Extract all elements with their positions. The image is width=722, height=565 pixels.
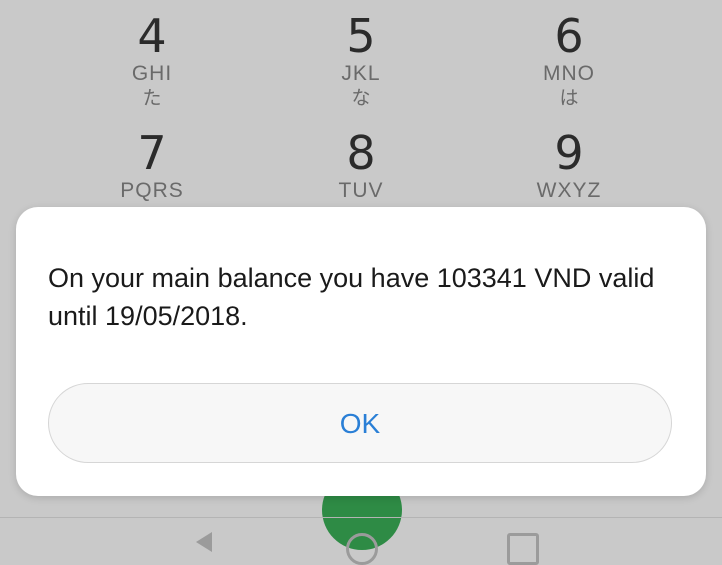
dialog-message: On your main balance you have 103341 VND… [48,263,655,331]
key-7[interactable]: 7 PQRS [52,127,252,203]
key-8[interactable]: 8 TUV [261,127,461,203]
key-kana: は [559,87,579,109]
key-letters: MNO [543,62,595,85]
key-digit: 4 [137,9,167,63]
key-digit: 5 [346,9,376,63]
key-letters: PQRS [120,179,184,202]
home-circle-icon[interactable] [346,533,378,565]
key-kana: た [142,87,162,109]
key-digit: 6 [554,9,584,63]
ussd-balance-dialog: On your main balance you have 103341 VND… [16,207,706,496]
nav-bar-divider [0,517,722,518]
key-letters: WXYZ [536,179,602,202]
key-digit: 9 [554,126,584,180]
key-digit: 8 [346,126,376,180]
key-5[interactable]: 5 JKL な [261,10,461,110]
key-letters: GHI [131,62,173,85]
recents-square-icon[interactable] [507,533,539,565]
key-digit: 7 [137,126,167,180]
key-9[interactable]: 9 WXYZ [469,127,669,203]
key-letters: JKL [341,62,381,85]
key-kana: な [351,87,371,109]
ok-button[interactable]: OK [48,383,672,463]
key-6[interactable]: 6 MNO は [469,10,669,110]
back-triangle-icon[interactable] [196,532,212,552]
key-letters: TUV [338,179,384,202]
dialer-keypad: 4 GHI た 5 JKL な 6 MNO は 7 PQRS 8 TUV 9 W… [0,0,722,230]
key-4[interactable]: 4 GHI た [52,10,252,110]
